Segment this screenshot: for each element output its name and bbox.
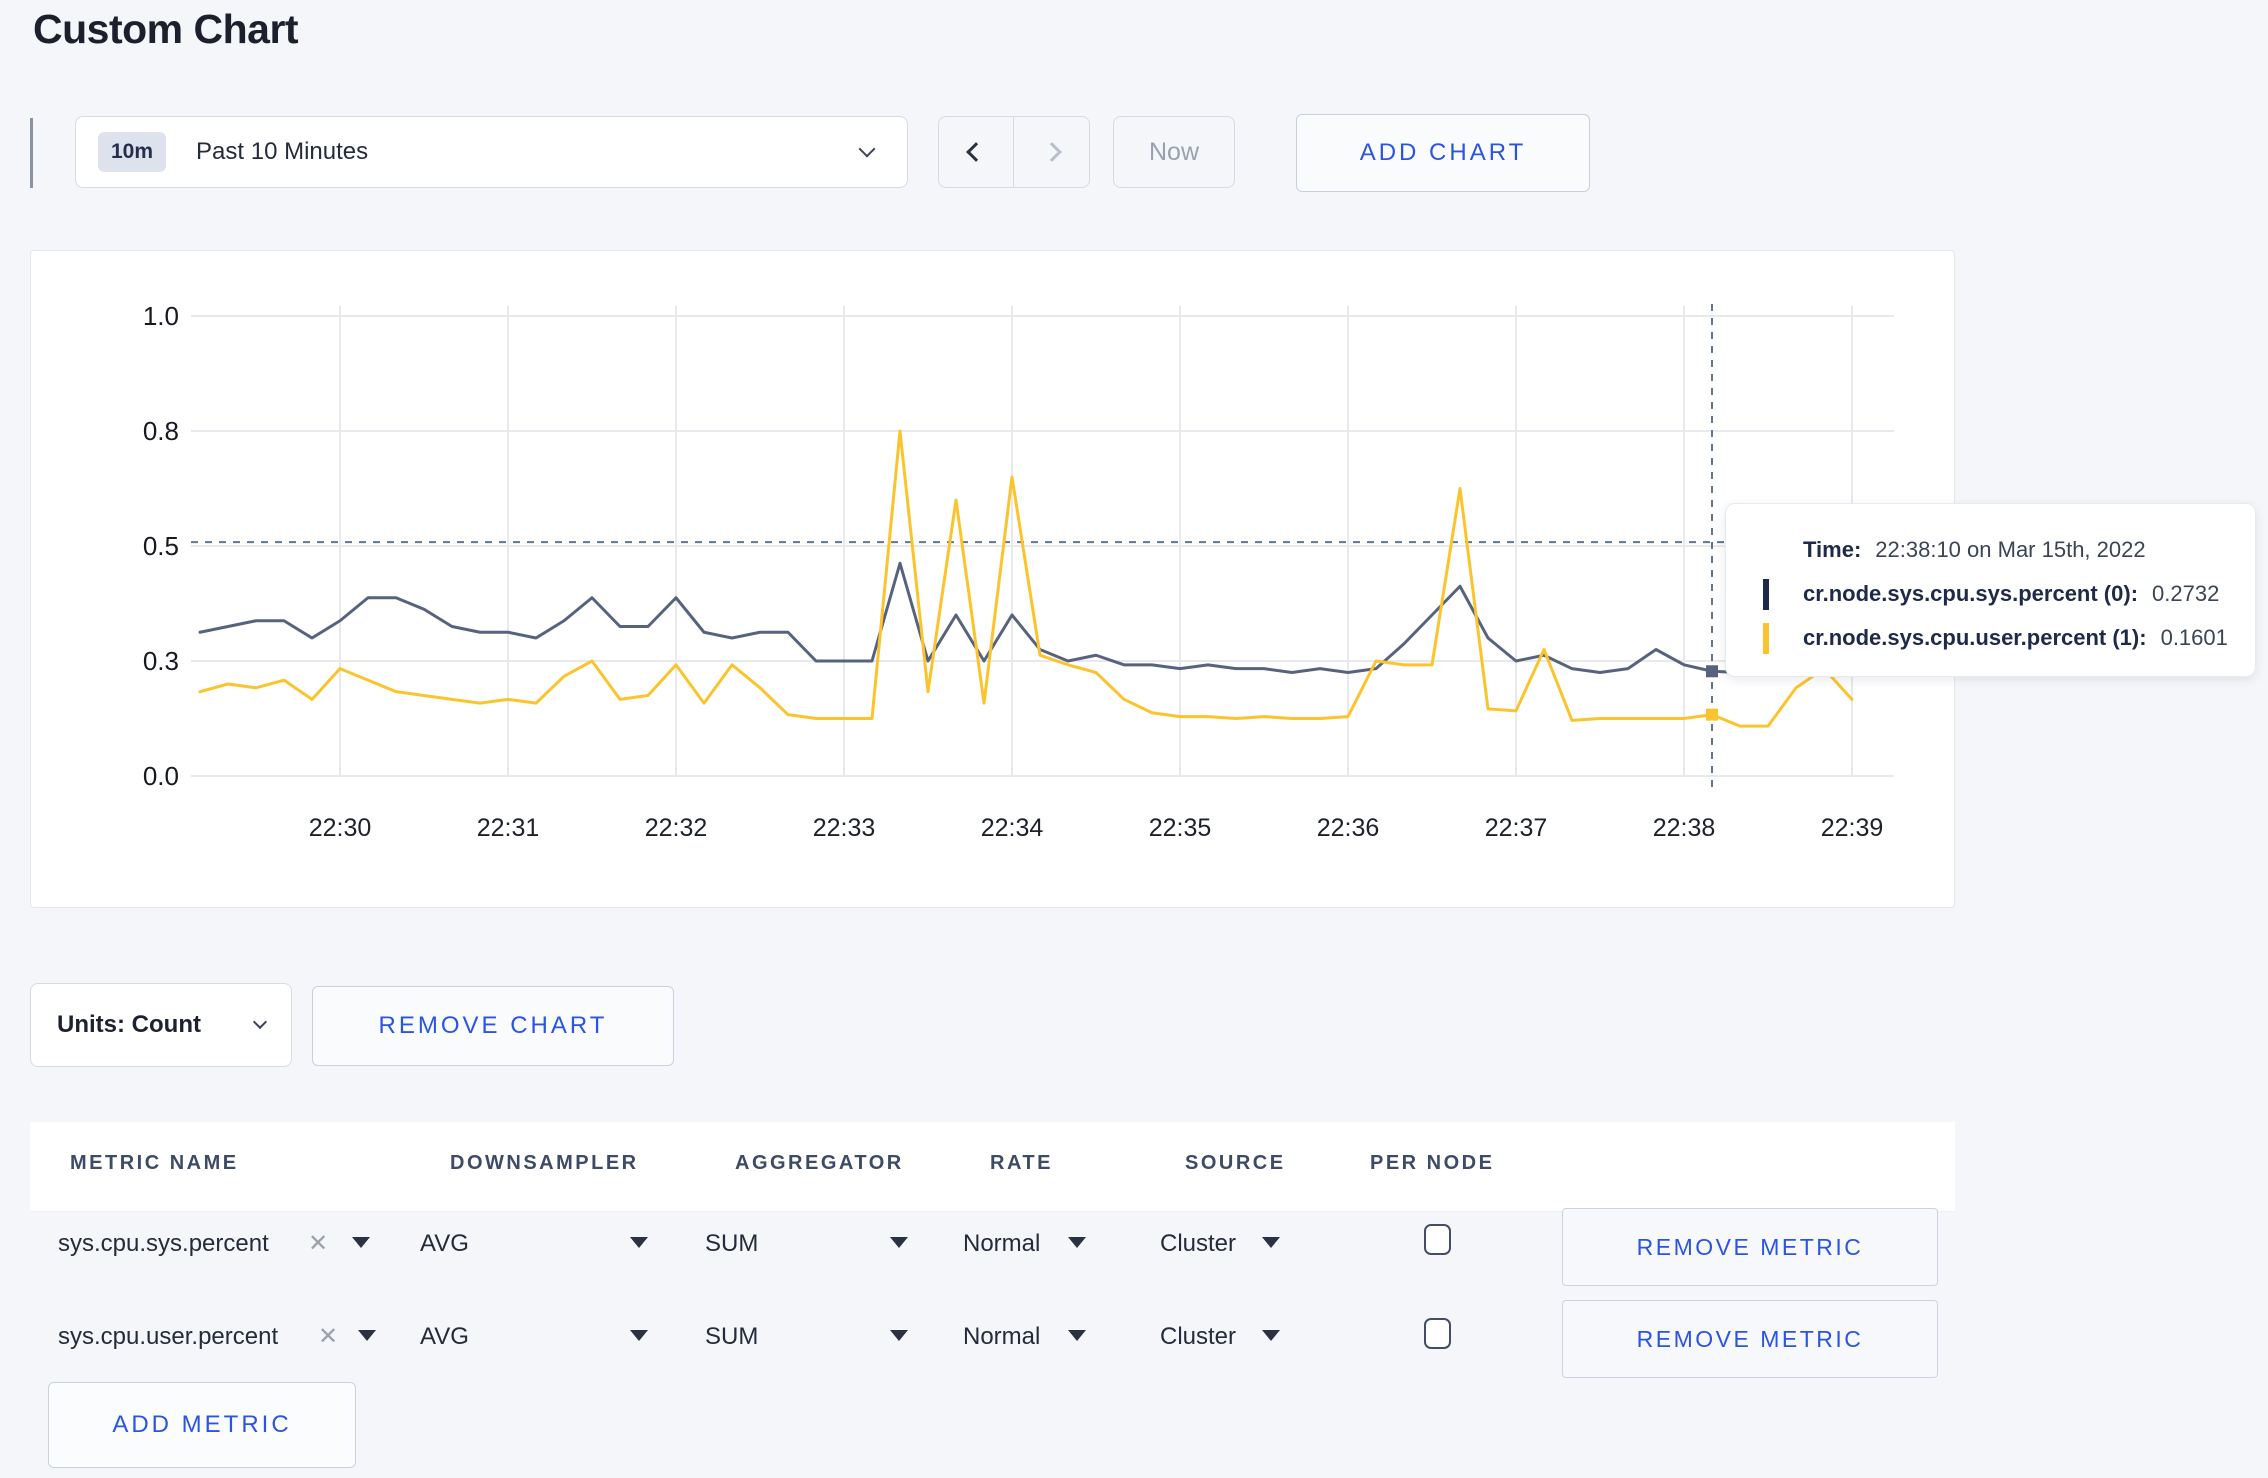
add-chart-button[interactable]: ADD CHART xyxy=(1296,114,1590,192)
time-prev-button[interactable] xyxy=(939,117,1014,187)
chart-card: 22:30 22:31 22:32 22:33 22:34 22:35 22:36 22:37… xyxy=(30,250,1955,908)
svg-text:0.0: 0.0 xyxy=(143,761,179,791)
aggregator-value[interactable]: SUM xyxy=(705,1323,758,1351)
metric-dropdown-icon[interactable] xyxy=(352,1237,370,1248)
svg-text:0.5: 0.5 xyxy=(143,531,179,561)
svg-text:22:32: 22:32 xyxy=(645,814,708,842)
aggregator-value[interactable]: SUM xyxy=(705,1230,758,1258)
svg-text:22:39: 22:39 xyxy=(1821,814,1884,842)
metric-clear-icon[interactable]: ✕ xyxy=(318,1322,338,1351)
aggregator-dropdown-icon[interactable] xyxy=(890,1330,908,1341)
svg-text:0.8: 0.8 xyxy=(143,416,179,446)
rate-value[interactable]: Normal xyxy=(963,1323,1040,1351)
source-dropdown-icon[interactable] xyxy=(1262,1237,1280,1248)
tooltip-time-row: Time: 22:38:10 on Mar 15th, 2022 xyxy=(1762,528,2255,572)
tooltip-series-label: cr.node.sys.cpu.sys.percent (0): xyxy=(1803,581,2139,606)
series-user-swatch-icon xyxy=(1763,623,1769,654)
remove-metric-button[interactable]: REMOVE METRIC xyxy=(1562,1300,1938,1378)
column-downsampler: DOWNSAMPLER xyxy=(450,1152,639,1174)
per-node-checkbox[interactable] xyxy=(1424,1224,1451,1255)
chevron-down-icon xyxy=(252,1014,268,1030)
rate-dropdown-icon[interactable] xyxy=(1068,1330,1086,1341)
page-title: Custom Chart xyxy=(33,6,299,52)
tooltip-time-value: 22:38:10 on Mar 15th, 2022 xyxy=(1875,537,2146,562)
column-metric-name: METRIC NAME xyxy=(70,1152,239,1174)
rate-dropdown-icon[interactable] xyxy=(1068,1237,1086,1248)
column-source: SOURCE xyxy=(1185,1152,1286,1174)
metrics-chart[interactable]: 22:30 22:31 22:32 22:33 22:34 22:35 22:36 22:37… xyxy=(31,251,1954,907)
downsampler-dropdown-icon[interactable] xyxy=(630,1237,648,1248)
per-node-checkbox[interactable] xyxy=(1424,1318,1451,1349)
downsampler-value[interactable]: AVG xyxy=(420,1323,469,1351)
svg-text:0.3: 0.3 xyxy=(143,646,179,676)
column-rate: RATE xyxy=(990,1152,1053,1174)
column-aggregator: AGGREGATOR xyxy=(735,1152,904,1174)
chart-tooltip: Time: 22:38:10 on Mar 15th, 2022 cr.node… xyxy=(1725,503,2256,677)
column-per-node: PER NODE xyxy=(1370,1152,1495,1174)
remove-chart-button[interactable]: REMOVE CHART xyxy=(312,986,674,1066)
source-value[interactable]: Cluster xyxy=(1160,1230,1236,1258)
aggregator-dropdown-icon[interactable] xyxy=(890,1237,908,1248)
svg-text:22:33: 22:33 xyxy=(813,814,876,842)
add-metric-button[interactable]: ADD METRIC xyxy=(48,1382,356,1468)
time-next-button[interactable] xyxy=(1014,117,1089,187)
units-dropdown[interactable]: Units: Count xyxy=(30,983,292,1067)
remove-metric-button[interactable]: REMOVE METRIC xyxy=(1562,1208,1938,1286)
svg-text:22:38: 22:38 xyxy=(1653,814,1716,842)
svg-text:22:35: 22:35 xyxy=(1149,814,1212,842)
time-range-label: Past 10 Minutes xyxy=(196,138,369,165)
tooltip-series-row: cr.node.sys.cpu.user.percent (1): 0.1601 xyxy=(1762,616,2255,660)
svg-text:22:37: 22:37 xyxy=(1485,814,1548,842)
time-range-dropdown[interactable]: 10m Past 10 Minutes xyxy=(75,116,908,188)
svg-text:22:34: 22:34 xyxy=(981,814,1044,842)
svg-text:22:31: 22:31 xyxy=(477,814,540,842)
chevron-left-icon xyxy=(966,142,986,162)
metric-name-value: sys.cpu.sys.percent xyxy=(58,1230,269,1257)
time-pager xyxy=(938,116,1090,188)
tooltip-series-row: cr.node.sys.cpu.sys.percent (0): 0.2732 xyxy=(1762,572,2255,616)
metrics-table-header: METRIC NAME DOWNSAMPLER AGGREGATOR RATE … xyxy=(30,1122,1955,1212)
series-sys-swatch-icon xyxy=(1763,579,1769,610)
downsampler-value[interactable]: AVG xyxy=(420,1230,469,1258)
tooltip-series-label: cr.node.sys.cpu.user.percent (1): xyxy=(1803,625,2147,650)
rate-value[interactable]: Normal xyxy=(963,1230,1040,1258)
downsampler-dropdown-icon[interactable] xyxy=(630,1330,648,1341)
chevron-down-icon xyxy=(858,140,876,158)
svg-text:22:36: 22:36 xyxy=(1317,814,1380,842)
units-label: Units: Count xyxy=(57,1011,201,1038)
tooltip-series-value: 0.2732 xyxy=(2152,581,2220,606)
header-accent-divider xyxy=(30,118,33,188)
metric-clear-icon[interactable]: ✕ xyxy=(308,1229,328,1258)
svg-text:1.0: 1.0 xyxy=(143,301,179,331)
tooltip-time-label: Time: xyxy=(1803,537,1862,562)
now-button[interactable]: Now xyxy=(1113,116,1235,188)
metric-dropdown-icon[interactable] xyxy=(358,1330,376,1341)
source-value[interactable]: Cluster xyxy=(1160,1323,1236,1351)
tooltip-series-value: 0.1601 xyxy=(2160,625,2228,650)
time-range-badge: 10m xyxy=(98,132,167,172)
svg-text:22:30: 22:30 xyxy=(309,814,372,842)
metric-name-value: sys.cpu.user.percent xyxy=(58,1323,279,1350)
source-dropdown-icon[interactable] xyxy=(1262,1330,1280,1341)
chevron-right-icon xyxy=(1041,142,1062,162)
